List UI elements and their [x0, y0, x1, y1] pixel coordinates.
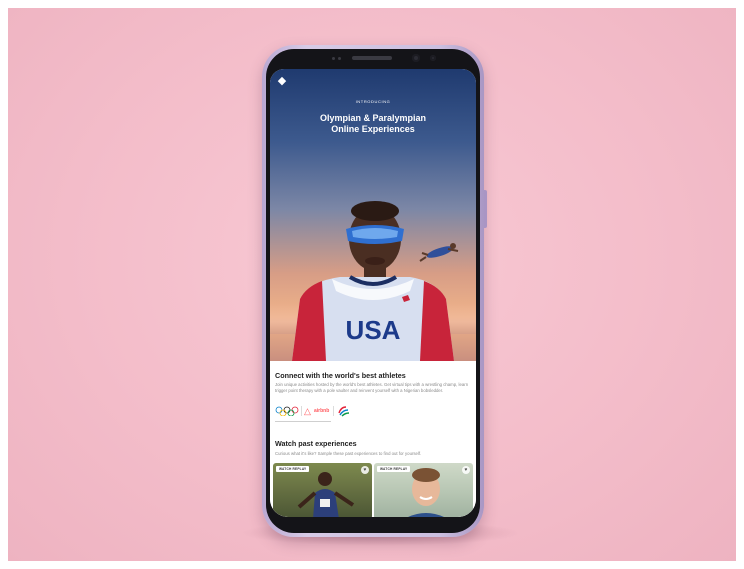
- hero-title-line-2: Online Experiences: [331, 124, 415, 134]
- watch-replay-badge: WATCH REPLAY: [276, 466, 310, 472]
- airbnb-symbol-icon: △: [304, 406, 311, 416]
- phone-side-button: [484, 190, 487, 228]
- connect-body: Join unique activities hosted by the wor…: [275, 382, 469, 393]
- replay-card-2[interactable]: WATCH REPLAY ♥: [374, 463, 473, 517]
- paralympic-agitos-icon: [338, 406, 350, 417]
- jersey-text: USA: [346, 315, 401, 345]
- phone-bezel: ◆ INTRODUCING Olympian & Paralympian Onl…: [266, 49, 480, 533]
- hero-title-line-1: Olympian & Paralympian: [319, 113, 427, 123]
- iris-sensor-icon: [430, 55, 436, 61]
- watch-heading: Watch past experiences: [275, 439, 357, 448]
- partner-logos: △ airbnb: [275, 405, 395, 417]
- connect-heading: Connect with the world's best athletes: [275, 371, 406, 380]
- section-divider: [275, 421, 331, 422]
- proximity-sensor: [332, 57, 335, 60]
- watch-subtitle: Curious what it's like? Sample these pas…: [275, 451, 422, 456]
- phone-screen: ◆ INTRODUCING Olympian & Paralympian Onl…: [270, 69, 476, 517]
- airbnb-wordmark: airbnb: [314, 408, 330, 414]
- watch-replay-badge: WATCH REPLAY: [377, 466, 411, 472]
- athlete-portrait: USA: [292, 201, 454, 361]
- content-section: Connect with the world's best athletes J…: [270, 361, 476, 517]
- hero-eyebrow: INTRODUCING: [355, 99, 391, 104]
- logo-divider: [301, 406, 302, 416]
- heart-icon[interactable]: ♥: [462, 466, 470, 474]
- olympic-rings-icon: [275, 406, 299, 416]
- heart-icon[interactable]: ♥: [361, 466, 369, 474]
- replay-cards: WATCH REPLAY ♥ WATCH REPLAY ♥: [273, 463, 473, 517]
- earpiece-speaker: [352, 56, 392, 60]
- light-sensor: [338, 57, 341, 60]
- logo-divider: [333, 406, 334, 416]
- phone-top-bar: [266, 49, 480, 71]
- airbnb-logo-icon[interactable]: ◆: [276, 75, 288, 87]
- front-camera-icon: [412, 54, 420, 62]
- replay-card-1[interactable]: WATCH REPLAY ♥: [273, 463, 372, 517]
- hero-title: Olympian & Paralympian Online Experience…: [290, 113, 456, 135]
- hero-banner: ◆ INTRODUCING Olympian & Paralympian Onl…: [270, 69, 476, 361]
